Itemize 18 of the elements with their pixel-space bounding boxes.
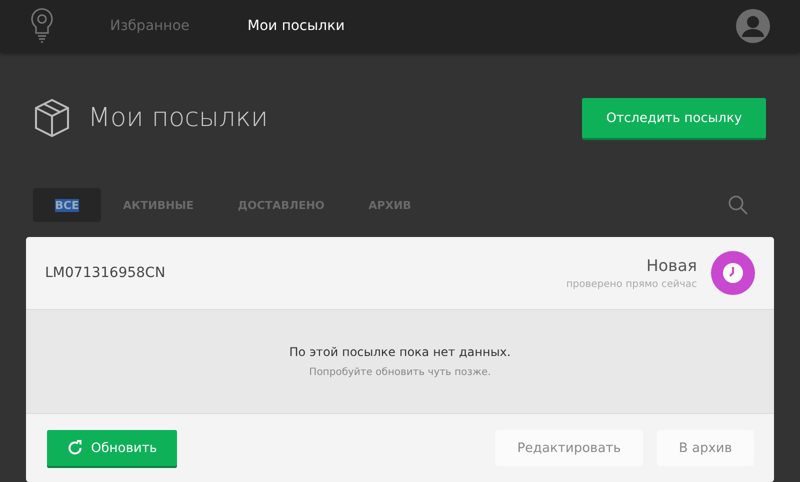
nav-link[interactable]: Избранное bbox=[110, 18, 190, 34]
checked-time: проверено прямо сейчас bbox=[566, 279, 697, 290]
empty-hint: Попробуйте обновить чуть позже. bbox=[309, 367, 491, 378]
lightbulb-icon[interactable] bbox=[30, 7, 54, 45]
tracking-number: LM071316958CN bbox=[45, 265, 166, 281]
nav-link[interactable]: Мои посылки bbox=[248, 18, 345, 34]
box-icon bbox=[34, 98, 70, 138]
archive-button[interactable]: В архив bbox=[656, 430, 754, 466]
page-title: Мои посылки bbox=[88, 103, 270, 133]
track-parcel-button[interactable]: Отследить посылку bbox=[582, 98, 766, 138]
refresh-button[interactable]: Обновить bbox=[47, 430, 178, 466]
search-icon[interactable] bbox=[728, 195, 748, 215]
user-avatar-icon[interactable] bbox=[736, 9, 770, 43]
filter-tab[interactable]: ВСЕ bbox=[33, 188, 101, 222]
refresh-icon bbox=[67, 440, 83, 456]
empty-message: По этой посылке пока нет данных. bbox=[289, 345, 511, 359]
edit-button[interactable]: Редактировать bbox=[495, 430, 643, 466]
parcel-status: Новая bbox=[646, 256, 697, 275]
